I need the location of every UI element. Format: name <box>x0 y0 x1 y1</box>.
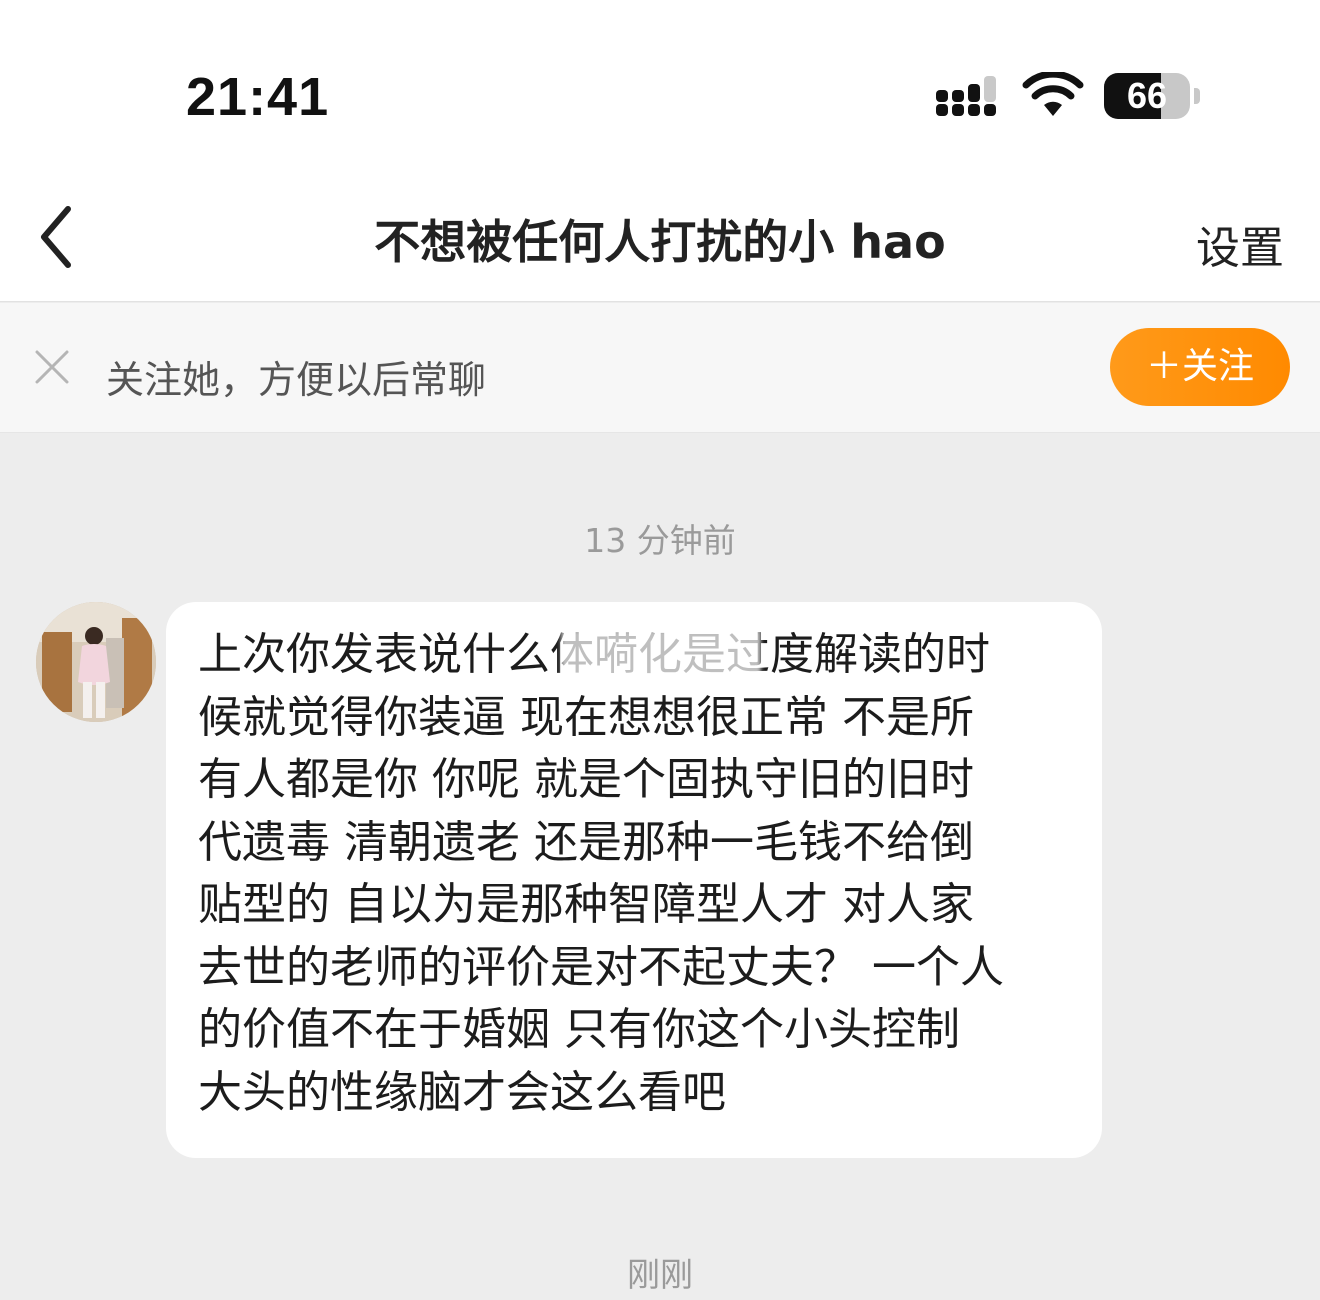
settings-button[interactable]: 设置 <box>1196 212 1284 276</box>
message-line: 贴型的 自以为是那种智障型人才 对人家 <box>198 879 974 930</box>
message-text: 上次你发表说什么体嗬化是过度解读的时 候就觉得你装逼 现在想想很正常 不是所 有… <box>198 624 1078 1124</box>
close-banner-button[interactable] <box>24 339 80 395</box>
chevron-left-icon <box>41 206 71 268</box>
status-time: 21:41 <box>186 67 330 127</box>
chat-screen: 21:41 66 不想被任何人打扰的小 hao 设置 关注她，方便以后常聊 ＋关… <box>0 0 1320 1300</box>
message-line: 大头的性缘脑才会这么看吧 <box>198 1066 726 1118</box>
follow-button[interactable]: ＋关注 <box>1110 328 1290 406</box>
status-bar: 21:41 66 <box>0 0 1320 180</box>
wifi-icon <box>1022 72 1084 116</box>
message-line: 去世的老师的评价是对不起丈夫？ 一个人 <box>198 941 1004 993</box>
message-line: 的价值不在于婚姻 只有你这个小头控制 <box>198 1004 960 1055</box>
battery-icon: 66 <box>1104 73 1200 119</box>
nav-bar: 不想被任何人打扰的小 hao 设置 <box>0 180 1320 302</box>
battery-percent: 66 <box>1126 75 1168 116</box>
message-line: 候就觉得你装逼 现在想想很正常 不是所 <box>198 691 974 743</box>
message-timestamp: 刚刚 <box>627 1255 693 1294</box>
page-title: 不想被任何人打扰的小 hao <box>374 215 946 269</box>
message-timestamp: 13 分钟前 <box>584 521 736 560</box>
message-bubble[interactable]: 上次你发表说什么体嗬化是过度解读的时 候就觉得你装逼 现在想想很正常 不是所 有… <box>166 602 1102 1158</box>
follow-prompt-text: 关注她，方便以后常聊 <box>106 358 487 402</box>
follow-banner: 关注她，方便以后常聊 ＋关注 <box>0 303 1320 433</box>
signal-icon <box>936 76 996 116</box>
message-line: 有人都是你 你呢 就是个固执守旧的旧时 <box>198 754 974 805</box>
close-icon <box>35 350 69 384</box>
back-button[interactable] <box>26 202 86 272</box>
avatar-photo <box>36 602 156 722</box>
message-line: 代遗毒 清朝遗老 还是那种一毛钱不给倒 <box>198 816 974 868</box>
redaction-blur <box>561 630 761 686</box>
avatar[interactable] <box>36 602 156 722</box>
